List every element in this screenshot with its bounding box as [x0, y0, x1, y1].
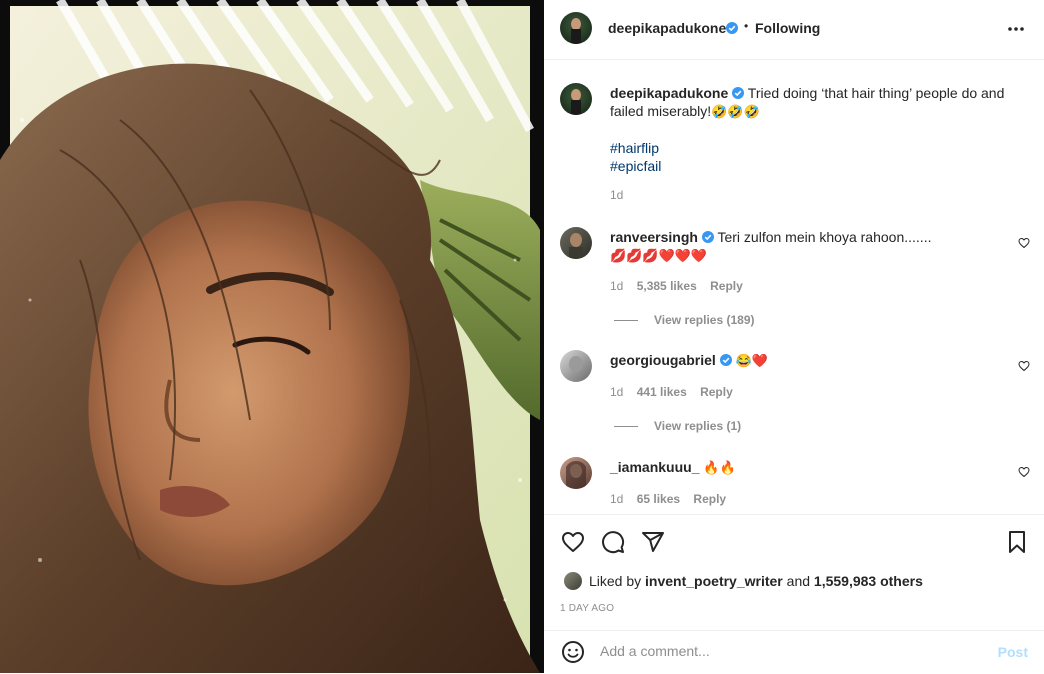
action-bar: Liked by invent_poetry_writer and 1,559,… [544, 514, 1044, 631]
view-replies-label: View replies (189) [654, 313, 755, 327]
liker-avatar[interactable] [564, 572, 582, 590]
hashtag-hairflip[interactable]: #hairflip [610, 140, 659, 156]
comment-likes[interactable]: 5,385 likes [637, 279, 697, 293]
reply-button[interactable]: Reply [710, 279, 743, 293]
comment-username[interactable]: georgiougabriel [610, 352, 716, 368]
view-replies-label: View replies (1) [654, 419, 742, 433]
reply-button[interactable]: Reply [693, 492, 726, 506]
commenter-avatar[interactable] [560, 457, 592, 489]
commenter-avatar[interactable] [560, 350, 592, 382]
heart-icon[interactable] [561, 530, 585, 554]
view-replies-button[interactable]: View replies (189) [614, 313, 755, 327]
more-horizontal-icon[interactable] [1007, 26, 1025, 32]
post-image[interactable] [0, 0, 544, 673]
comment-meta: 1d 441 likes Reply [610, 385, 743, 399]
like-comment-heart-icon[interactable] [1018, 466, 1030, 478]
comment-text: Teri zulfon mein khoya rahoon....... [717, 229, 932, 245]
comment-emojis: 🔥🔥 [703, 460, 736, 475]
view-replies-button[interactable]: View replies (1) [614, 419, 741, 433]
comment-meta: 1d 65 likes Reply [610, 492, 736, 506]
selfie-photo [0, 0, 544, 673]
caption-username[interactable]: deepikapadukone [610, 85, 728, 101]
view-replies-line [614, 320, 638, 322]
post-comment-button[interactable]: Post [998, 644, 1028, 660]
comment-icon[interactable] [601, 530, 625, 554]
verified-badge-icon [732, 87, 745, 99]
liked-by-user[interactable]: invent_poetry_writer [645, 573, 783, 589]
reply-button[interactable]: Reply [700, 385, 733, 399]
smiley-icon[interactable] [561, 640, 585, 664]
verified-badge-icon [701, 231, 714, 243]
comment-text-block: georgiougabriel 😂❤️ [610, 351, 1006, 370]
comment-likes[interactable]: 65 likes [637, 492, 680, 506]
caption-avatar[interactable] [560, 83, 592, 115]
add-comment-bar: Post [544, 630, 1044, 674]
header-separator: • [744, 19, 749, 33]
verified-badge-icon [726, 22, 738, 34]
caption-age[interactable]: 1d [610, 188, 623, 202]
post-date[interactable]: 1 DAY AGO [560, 603, 614, 614]
comment-age[interactable]: 1d [610, 279, 623, 293]
comment-age[interactable]: 1d [610, 385, 623, 399]
post-header: deepikapadukone • Following [544, 0, 1044, 60]
view-replies-line [614, 426, 638, 428]
author-avatar[interactable] [560, 12, 592, 44]
comment-text-block: _iamankuuu_ 🔥🔥 [610, 458, 1006, 477]
bookmark-icon[interactable] [1005, 530, 1029, 554]
comment-username[interactable]: ranveersingh [610, 229, 698, 245]
add-comment-input[interactable] [600, 643, 980, 659]
following-button[interactable]: Following [755, 20, 820, 36]
liked-by-prefix: Liked by [589, 573, 642, 589]
comment-emojis: 😂❤️ [735, 353, 768, 368]
hashtag-epicfail[interactable]: #epicfail [610, 158, 661, 174]
share-icon[interactable] [641, 530, 665, 554]
caption-text-block: deepikapadukone Tried doing ‘that hair t… [610, 84, 1006, 175]
verified-badge-icon [719, 354, 732, 366]
comment-age[interactable]: 1d [610, 492, 623, 506]
comment-username[interactable]: _iamankuuu_ [610, 459, 699, 475]
liked-by-others[interactable]: 1,559,983 others [814, 573, 923, 589]
like-comment-heart-icon[interactable] [1018, 360, 1030, 372]
like-comment-heart-icon[interactable] [1018, 237, 1030, 249]
commenter-avatar[interactable] [560, 227, 592, 259]
comment-text-block: ranveersingh Teri zulfon mein khoya raho… [610, 228, 1006, 265]
likes-summary: Liked by invent_poetry_writer and 1,559,… [589, 573, 923, 589]
comment-emojis: 💋💋💋❤️❤️❤️ [610, 248, 708, 263]
comments-section[interactable]: deepikapadukone Tried doing ‘that hair t… [544, 60, 1044, 514]
caption-meta: 1d [610, 188, 633, 202]
liked-by-conj: and [786, 573, 811, 589]
author-username[interactable]: deepikapadukone [608, 20, 726, 36]
caption-emojis: 🤣🤣🤣 [711, 104, 760, 119]
post-panel: deepikapadukone • Following deepikapaduk… [544, 0, 1044, 673]
comment-meta: 1d 5,385 likes Reply [610, 279, 753, 293]
comment-likes[interactable]: 441 likes [637, 385, 687, 399]
